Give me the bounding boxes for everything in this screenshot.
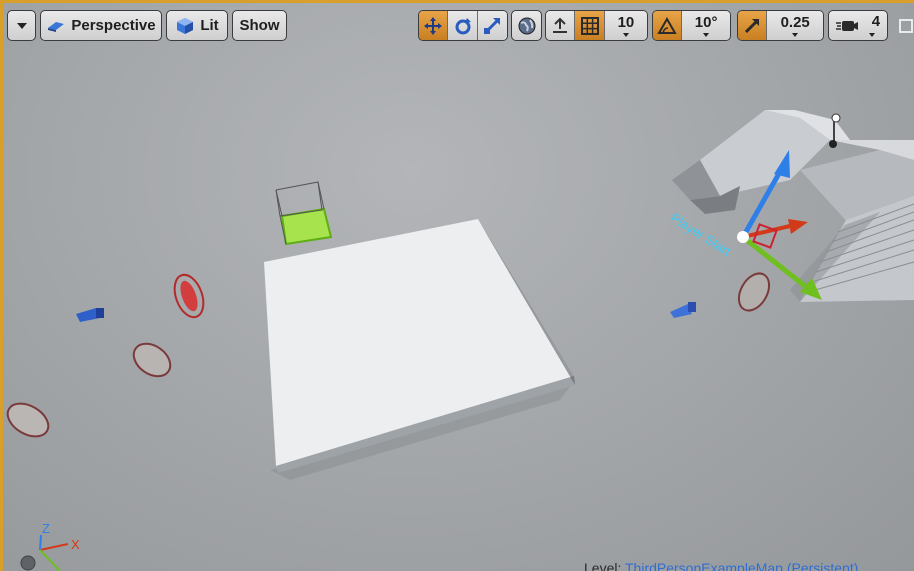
axis-z-label: Z — [42, 521, 50, 536]
camera-speed-value: 4 — [871, 13, 881, 30]
chevron-down-icon — [622, 33, 629, 37]
perspective-label: Perspective — [71, 17, 156, 34]
level-name[interactable]: ThirdPersonExampleMap (Persistent) — [625, 560, 858, 571]
scale-snap-group: 0.25 — [737, 10, 824, 41]
character-capsule-1 — [132, 342, 172, 378]
lit-sphere-icon — [177, 17, 194, 34]
character-capsule-2 — [6, 402, 50, 438]
rotation-snap-value: 10° — [694, 14, 718, 31]
character-capsule-red — [173, 273, 205, 319]
axis-x-label: X — [71, 537, 80, 552]
maximize-viewport-button[interactable] — [896, 14, 914, 38]
lit-button[interactable]: Lit — [166, 10, 228, 41]
lit-label: Lit — [200, 17, 219, 34]
scene-canvas[interactable] — [0, 0, 914, 571]
surface-snap-icon — [553, 17, 568, 33]
rotate-button[interactable] — [448, 11, 478, 40]
character-capsule-3 — [737, 272, 771, 312]
grid-snap-value-dropdown[interactable]: 10 — [604, 11, 647, 40]
chevron-down-icon — [869, 33, 875, 37]
maximize-icon — [899, 19, 913, 33]
camera-speed-button[interactable]: 4 — [828, 10, 888, 41]
world-space-icon — [518, 17, 535, 34]
help-icon — [20, 555, 36, 571]
translate-button[interactable] — [419, 11, 449, 40]
rotate-icon — [455, 17, 471, 34]
grid-snap-value: 10 — [617, 14, 635, 31]
rotation-snap-value-dropdown[interactable]: 10° — [682, 11, 730, 40]
perspective-button[interactable]: Perspective — [40, 10, 162, 41]
rotation-snap-toggle[interactable] — [653, 11, 683, 40]
selected-box-wire — [275, 181, 323, 217]
grid-icon — [580, 16, 599, 35]
level-prefix: Level: — [584, 560, 625, 571]
dropdown-icon — [16, 22, 27, 29]
scale-snap-value: 0.25 — [780, 14, 810, 31]
viewport-options-button[interactable] — [7, 10, 36, 41]
show-label: Show — [239, 17, 280, 34]
perspective-icon — [48, 21, 65, 32]
scale-snap-toggle[interactable] — [738, 11, 768, 40]
axis-indicator — [39, 534, 69, 571]
player-start-arrow-1 — [76, 308, 104, 322]
translate-icon — [424, 16, 443, 35]
chevron-down-icon — [792, 33, 799, 37]
chevron-down-icon — [703, 33, 710, 37]
level-indicator: Level: ThirdPersonExampleMap (Persistent… — [584, 560, 858, 571]
show-button[interactable]: Show — [232, 10, 287, 41]
scale-snap-value-dropdown[interactable]: 0.25 — [767, 11, 823, 40]
viewport[interactable]: Player Start Z X Level: ThirdPersonExamp… — [0, 0, 914, 571]
scale-snap-icon — [745, 18, 760, 33]
grid-snap-toggle[interactable] — [575, 11, 605, 40]
rotation-snap-group: 10° — [652, 10, 731, 41]
level-geometry — [672, 110, 914, 302]
scale-icon — [484, 17, 501, 34]
world-space-button[interactable] — [511, 10, 542, 41]
transform-tools-group — [418, 10, 508, 41]
scale-button[interactable] — [477, 11, 507, 40]
surface-snap-button[interactable] — [546, 11, 576, 40]
camera-speed-icon — [835, 20, 858, 31]
angle-icon — [657, 16, 677, 34]
player-start-arrow-2 — [670, 302, 696, 318]
grid-snap-group: 10 — [545, 10, 648, 41]
